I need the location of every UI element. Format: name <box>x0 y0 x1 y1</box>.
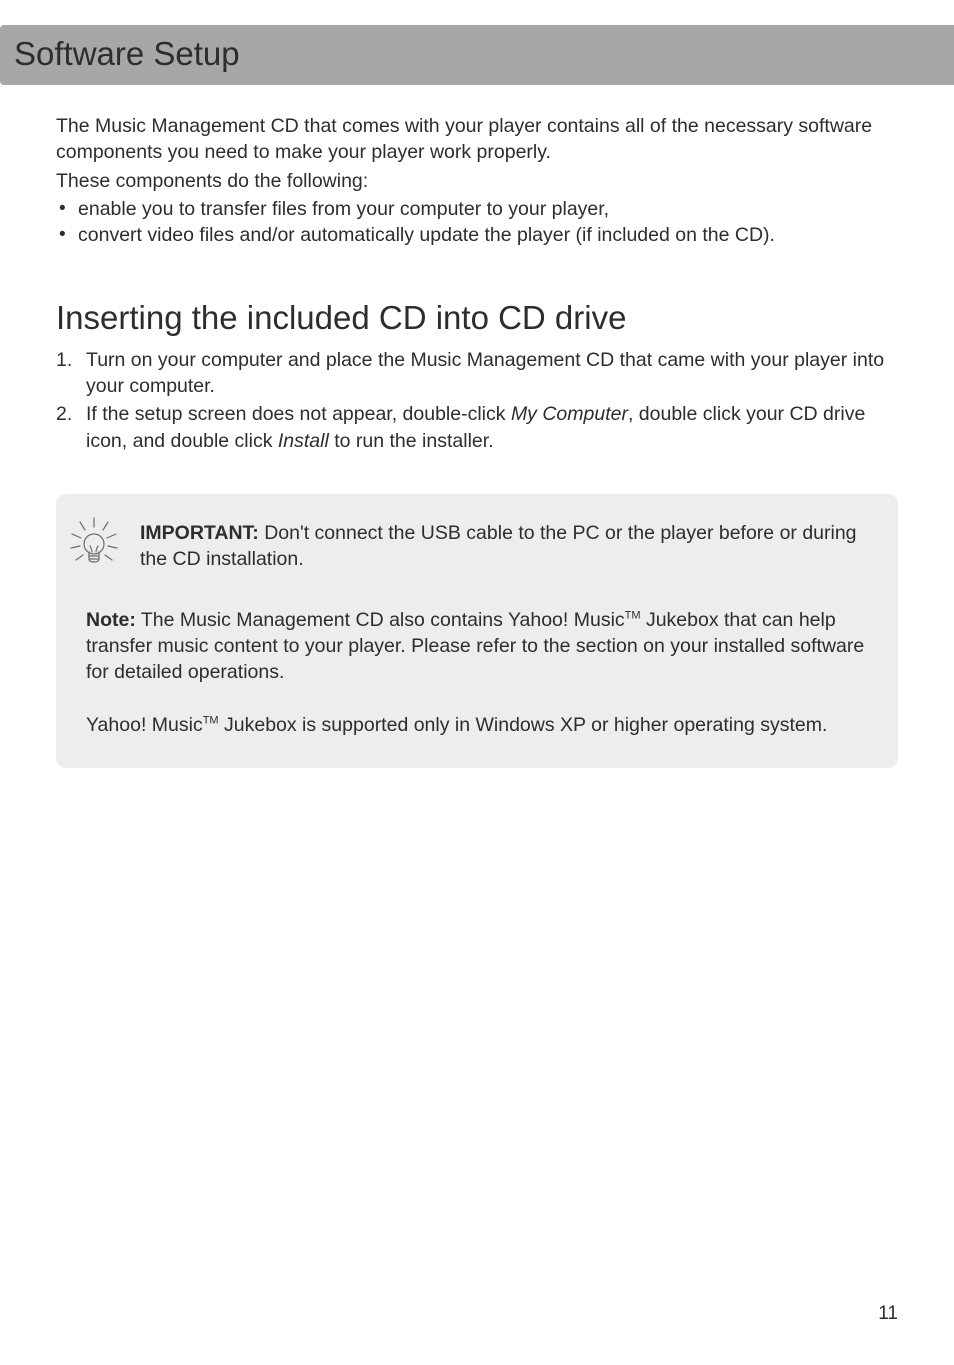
trademark-symbol: TM <box>203 714 219 726</box>
important-text: IMPORTANT: Don't connect the USB cable t… <box>140 520 868 573</box>
intro-paragraph-2: These components do the following: <box>56 168 898 194</box>
page-number: 11 <box>878 1303 898 1325</box>
emphasis-install: Install <box>278 430 334 452</box>
info-box: IMPORTANT: Don't connect the USB cable t… <box>56 494 898 768</box>
support-a: Yahoo! Music <box>86 714 203 736</box>
intro-bullets: enable you to transfer files from your c… <box>56 196 898 249</box>
lightbulb-icon <box>68 516 120 577</box>
section-title: Software Setup <box>14 35 940 73</box>
trademark-symbol: TM <box>625 609 641 621</box>
support-b: Jukebox is supported only in Windows XP … <box>219 714 828 736</box>
step-item: If the setup screen does not appear, dou… <box>56 401 898 454</box>
emphasis-my-computer: My Computer <box>511 403 628 425</box>
subheading-inserting-cd: Inserting the included CD into CD drive <box>56 299 898 337</box>
step-item: Turn on your computer and place the Musi… <box>56 347 898 400</box>
note-body-a: The Music Management CD also contains Ya… <box>136 609 625 631</box>
note-text: Note: The Music Management CD also conta… <box>86 607 868 686</box>
bullet-item: convert video files and/or automatically… <box>56 222 898 248</box>
steps-list: Turn on your computer and place the Musi… <box>56 347 898 454</box>
step-text: to run the installer. <box>334 430 493 452</box>
intro-paragraph-1: The Music Management CD that comes with … <box>56 113 898 166</box>
important-label: IMPORTANT: <box>140 522 259 544</box>
support-text: Yahoo! MusicTM Jukebox is supported only… <box>86 712 868 738</box>
step-text: If the setup screen does not appear, dou… <box>86 403 511 425</box>
page-content: The Music Management CD that comes with … <box>0 85 954 768</box>
section-header-bar: Software Setup <box>0 25 954 85</box>
note-label: Note: <box>86 609 136 631</box>
important-row: IMPORTANT: Don't connect the USB cable t… <box>86 520 868 577</box>
bullet-item: enable you to transfer files from your c… <box>56 196 898 222</box>
